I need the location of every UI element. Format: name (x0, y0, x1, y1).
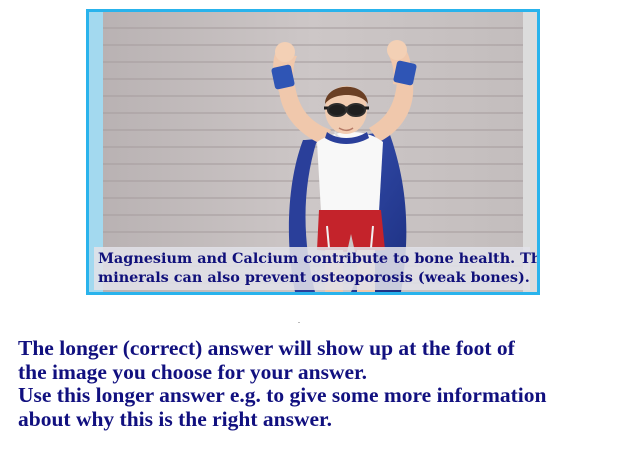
instruction-line-2: the image you choose for your answer. (18, 359, 367, 384)
caption-line-2: minerals can also prevent osteoporosis (… (98, 269, 530, 286)
instruction-line-4: about why this is the right answer. (18, 406, 332, 431)
instruction-text: The longer (correct) answer will show up… (18, 336, 623, 431)
instruction-line-3: Use this longer answer e.g. to give some… (18, 383, 547, 407)
caption-line-1: Magnesium and Calcium contribute to bone… (98, 250, 540, 267)
instruction-line-1: The longer (correct) answer will show up… (18, 336, 515, 360)
answer-caption: Magnesium and Calcium contribute to bone… (94, 247, 540, 290)
answer-image-card[interactable]: Magnesium and Calcium contribute to bone… (86, 9, 540, 295)
divider-dot (298, 322, 300, 323)
page: Magnesium and Calcium contribute to bone… (0, 0, 629, 450)
